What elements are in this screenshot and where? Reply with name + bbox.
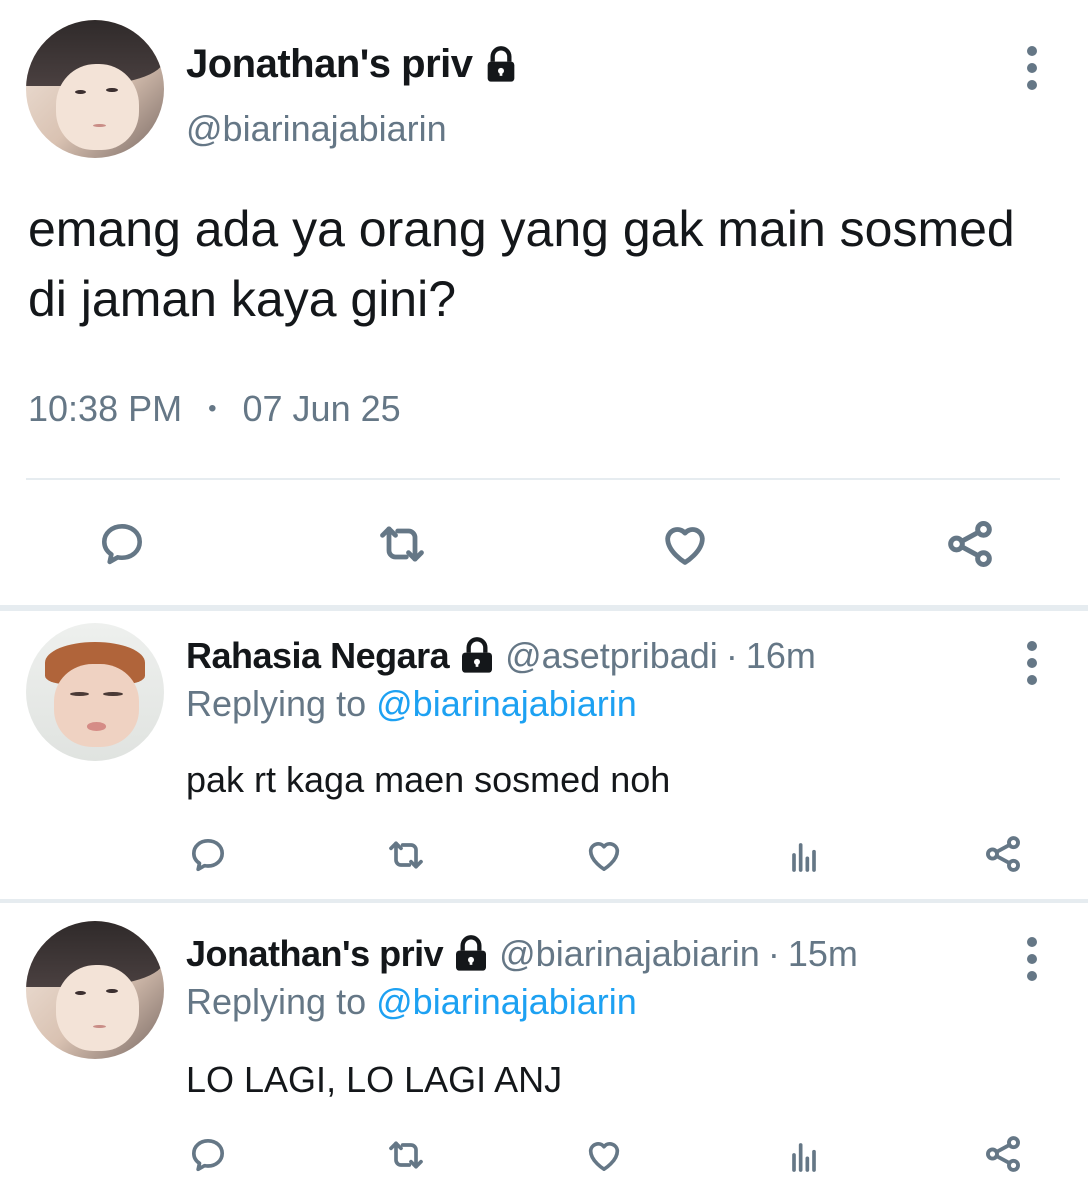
replying-to-link[interactable]: @biarinajabiarin — [376, 981, 637, 1022]
retweet-icon[interactable] — [384, 833, 428, 877]
author-name-row[interactable]: Jonathan's priv — [186, 42, 521, 87]
lock-icon — [456, 935, 487, 971]
tweet-age[interactable]: 16m — [746, 635, 816, 677]
reply-header: Rahasia Negara @asetpribadi · 16m — [186, 635, 816, 677]
tweet-timestamp[interactable]: 10:38 PM • 07 Jun 25 — [28, 388, 401, 430]
retweet-icon[interactable] — [384, 1133, 428, 1177]
like-icon[interactable] — [582, 1133, 626, 1177]
lock-icon — [487, 45, 514, 82]
avatar[interactable] — [26, 20, 164, 158]
replying-to: Replying to @biarinajabiarin — [186, 981, 637, 1023]
like-icon[interactable] — [656, 516, 714, 572]
author-name[interactable]: Jonathan's priv — [186, 42, 473, 87]
like-icon[interactable] — [582, 833, 626, 877]
reply-icon[interactable] — [186, 833, 230, 877]
author-handle[interactable]: @biarinajabiarin — [499, 933, 760, 975]
analytics-icon[interactable] — [782, 1133, 826, 1177]
tweet-thread: Jonathan's priv @biarinajabiarin emang a… — [0, 0, 1088, 1200]
avatar[interactable] — [26, 921, 164, 1059]
analytics-icon[interactable] — [782, 833, 826, 877]
tweet-date: 07 Jun 25 — [242, 388, 401, 429]
meta-separator: · — [725, 635, 738, 676]
reply-header: Jonathan's priv @biarinajabiarin · 15m — [186, 933, 858, 975]
meta-separator: · — [767, 933, 780, 974]
reply-icon[interactable] — [94, 516, 150, 572]
share-icon[interactable] — [940, 514, 1000, 574]
lock-icon — [462, 637, 493, 673]
share-icon[interactable] — [980, 1131, 1026, 1177]
retweet-icon[interactable] — [374, 516, 430, 572]
replying-to-prefix: Replying to — [186, 683, 367, 724]
share-icon[interactable] — [980, 831, 1026, 877]
replying-to: Replying to @biarinajabiarin — [186, 683, 637, 725]
tweet-text: pak rt kaga maen sosmed noh — [186, 759, 671, 800]
reply-icon[interactable] — [186, 1133, 230, 1177]
tweet-time: 10:38 PM — [28, 388, 183, 429]
author-name[interactable]: Jonathan's priv — [186, 933, 444, 975]
reply-tweet[interactable]: Jonathan's priv @biarinajabiarin · 15m R… — [0, 903, 1088, 1200]
replying-to-prefix: Replying to — [186, 981, 367, 1022]
tweet-text: emang ada ya orang yang gak main sosmed … — [28, 201, 1015, 327]
author-name[interactable]: Rahasia Negara — [186, 635, 450, 677]
divider — [26, 478, 1060, 480]
author-handle[interactable]: @biarinajabiarin — [186, 108, 447, 150]
tweet-text: LO LAGI, LO LAGI ANJ — [186, 1059, 563, 1100]
avatar[interactable] — [26, 623, 164, 761]
tweet-age[interactable]: 15m — [788, 933, 858, 975]
replying-to-link[interactable]: @biarinajabiarin — [376, 683, 637, 724]
more-options-icon[interactable] — [1022, 641, 1042, 685]
main-tweet: Jonathan's priv @biarinajabiarin emang a… — [0, 0, 1088, 608]
more-options-icon[interactable] — [1022, 937, 1042, 981]
more-options-icon[interactable] — [1022, 46, 1042, 90]
reply-tweet[interactable]: Rahasia Negara @asetpribadi · 16m Replyi… — [0, 611, 1088, 899]
meta-separator: • — [208, 395, 217, 422]
author-handle[interactable]: @asetpribadi — [505, 635, 718, 677]
